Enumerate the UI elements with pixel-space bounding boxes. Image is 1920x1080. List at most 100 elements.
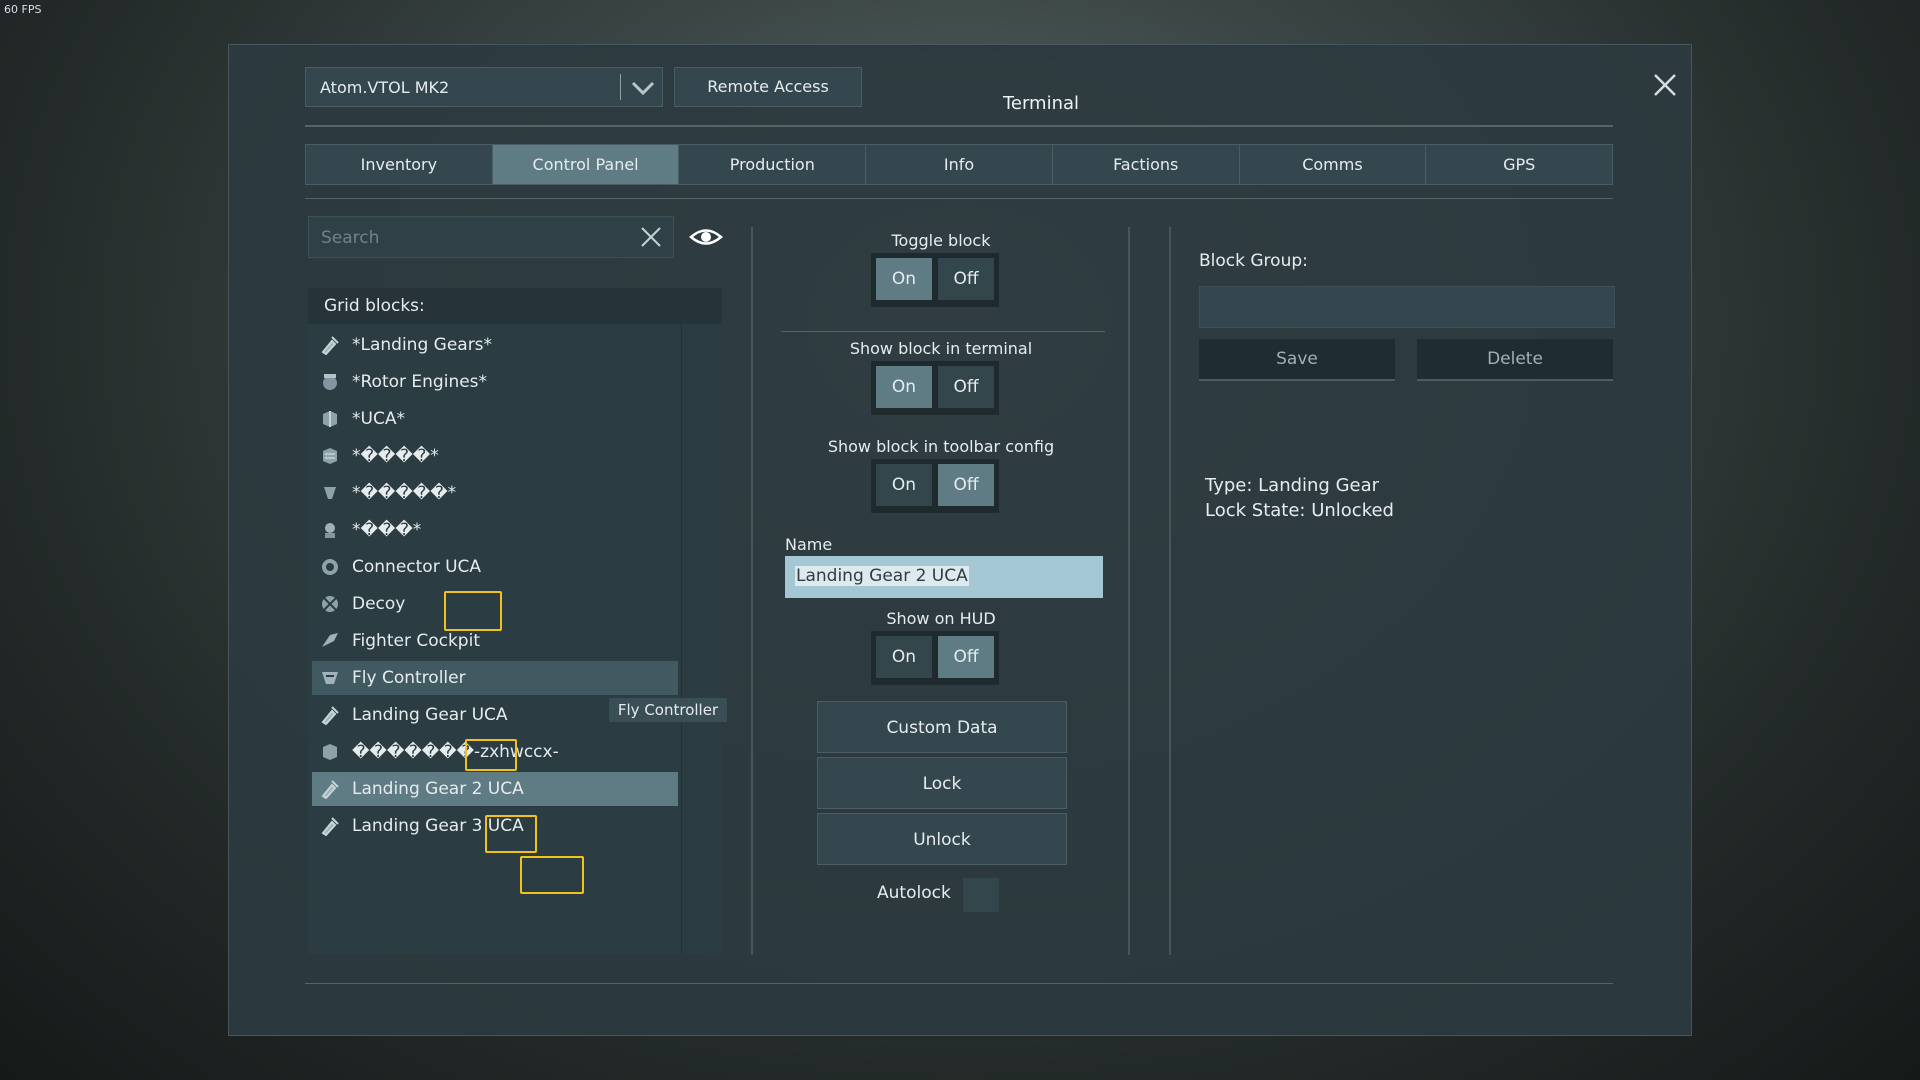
show-on-hud-off-button[interactable]: Off xyxy=(938,636,994,678)
chevron-down-icon[interactable] xyxy=(628,74,658,102)
list-scrollbar[interactable] xyxy=(681,324,682,954)
show-on-hud-label: Show on HUD xyxy=(886,609,996,628)
list-item[interactable]: *Rotor Engines* xyxy=(312,365,678,399)
landing-gear-icon xyxy=(320,816,340,837)
name-input-value: Landing Gear 2 UCA xyxy=(795,566,969,586)
show-in-toolbar-label: Show block in toolbar config xyxy=(827,437,1055,456)
list-item[interactable]: *����* xyxy=(312,439,678,473)
list-item-label: Decoy xyxy=(352,594,406,614)
column-divider xyxy=(751,227,753,955)
name-input[interactable]: Landing Gear 2 UCA xyxy=(785,556,1103,598)
list-item-label: Fly Controller xyxy=(352,668,466,688)
tab-control-panel[interactable]: Control Panel xyxy=(492,145,680,184)
show-hidden-eye-icon[interactable] xyxy=(689,224,723,250)
tab-inventory[interactable]: Inventory xyxy=(306,145,493,184)
panel-title: Terminal xyxy=(1002,93,1080,114)
list-item-label: *�����* xyxy=(352,483,457,503)
autolock-checkbox[interactable] xyxy=(963,878,999,912)
cube-icon xyxy=(320,742,340,762)
tab-info[interactable]: Info xyxy=(866,145,1053,184)
sensor-icon xyxy=(320,520,340,540)
save-button[interactable]: Save xyxy=(1199,339,1395,381)
decoy-icon xyxy=(320,594,340,614)
show-in-toolbar-on-button[interactable]: On xyxy=(876,464,932,506)
toggle-block-off-button[interactable]: Off xyxy=(938,258,994,300)
close-icon[interactable] xyxy=(1645,65,1685,105)
list-item[interactable]: *Landing Gears* xyxy=(312,328,678,362)
custom-data-button[interactable]: Custom Data xyxy=(817,701,1067,753)
list-item[interactable]: *���* xyxy=(312,513,678,547)
lock-state-text: Lock State: Unlocked xyxy=(1205,500,1394,521)
tab-gps[interactable]: GPS xyxy=(1426,145,1613,184)
tab-bar: Inventory Control Panel Production Info … xyxy=(305,144,1613,185)
unlock-button[interactable]: Unlock xyxy=(817,813,1067,865)
cube-icon xyxy=(320,409,340,429)
toggle-block-on-button[interactable]: On xyxy=(876,258,932,300)
search-placeholder: Search xyxy=(321,228,380,248)
show-on-hud-switch: On Off xyxy=(871,631,999,685)
show-in-toolbar-switch: On Off xyxy=(871,459,999,513)
show-in-terminal-on-button[interactable]: On xyxy=(876,366,932,408)
uca-highlight-box xyxy=(444,591,502,631)
cube-icon xyxy=(320,446,340,466)
show-in-terminal-off-button[interactable]: Off xyxy=(938,366,994,408)
search-input[interactable]: Search xyxy=(308,216,674,258)
list-item-label: *���* xyxy=(352,520,422,540)
column-divider xyxy=(1169,227,1171,955)
column-divider xyxy=(1128,227,1130,955)
list-item-label: Landing Gear UCA xyxy=(352,705,508,725)
remote-access-button[interactable]: Remote Access xyxy=(674,67,862,107)
uca-highlight-box xyxy=(485,815,537,853)
grid-blocks-header: Grid blocks: xyxy=(308,288,722,324)
uca-highlight-box xyxy=(465,739,517,771)
tooltip: Fly Controller xyxy=(609,698,727,722)
list-item[interactable]: *UCA* xyxy=(312,402,678,436)
thruster-icon xyxy=(320,483,340,503)
landing-gear-icon xyxy=(320,779,340,800)
connector-icon xyxy=(320,557,340,577)
tab-production[interactable]: Production xyxy=(679,145,867,184)
toggle-block-label: Toggle block xyxy=(891,231,991,250)
list-item-label: *����* xyxy=(352,446,439,466)
tabs-divider xyxy=(305,198,1613,199)
list-item[interactable]: Fly Controller xyxy=(312,661,678,695)
list-item-label: Landing Gear 2 UCA xyxy=(352,779,524,799)
lock-button[interactable]: Lock xyxy=(817,757,1067,809)
fps-counter: 60 FPS xyxy=(4,3,42,16)
list-item-label: Fighter Cockpit xyxy=(352,631,480,651)
show-on-hud-on-button[interactable]: On xyxy=(876,636,932,678)
autolock-label: Autolock xyxy=(877,883,951,903)
header-divider xyxy=(305,125,1613,127)
tab-factions[interactable]: Factions xyxy=(1052,145,1240,184)
list-item-label: *Landing Gears* xyxy=(352,335,493,355)
block-type-text: Type: Landing Gear xyxy=(1205,475,1380,496)
block-group-input[interactable] xyxy=(1199,286,1615,328)
show-in-toolbar-off-button[interactable]: Off xyxy=(938,464,994,506)
block-group-label: Block Group: xyxy=(1199,251,1308,271)
grid-selector-dropdown[interactable]: Atom.VTOL MK2 xyxy=(305,67,663,107)
list-item[interactable]: Connector UCA xyxy=(312,550,678,584)
landing-gear-icon xyxy=(320,705,340,726)
dropdown-separator xyxy=(620,74,621,100)
tab-comms[interactable]: Comms xyxy=(1239,145,1427,184)
landing-gear-icon xyxy=(320,335,340,356)
center-divider xyxy=(781,331,1105,332)
uca-highlight-box xyxy=(520,856,584,894)
controller-icon xyxy=(320,668,340,688)
name-label: Name xyxy=(785,535,833,554)
clear-search-icon[interactable] xyxy=(639,225,663,249)
grid-blocks-list[interactable]: *Landing Gears* *Rotor Engines* *UCA* *�… xyxy=(308,324,722,954)
toggle-block-switch: On Off xyxy=(871,253,999,307)
grid-selector-value: Atom.VTOL MK2 xyxy=(320,78,450,97)
footer-divider xyxy=(305,983,1613,984)
block-info: Type: Landing Gear Lock State: Unlocked xyxy=(1205,473,1394,523)
rotor-icon xyxy=(320,372,340,392)
list-item-label: *UCA* xyxy=(352,409,405,429)
list-item-selected[interactable]: Landing Gear 2 UCA xyxy=(312,772,678,806)
cockpit-icon xyxy=(320,631,340,651)
delete-button[interactable]: Delete xyxy=(1417,339,1613,381)
list-item[interactable]: *�����* xyxy=(312,476,678,510)
show-in-terminal-switch: On Off xyxy=(871,361,999,415)
show-in-terminal-label: Show block in terminal xyxy=(849,339,1033,358)
list-item-label: Connector UCA xyxy=(352,557,482,577)
